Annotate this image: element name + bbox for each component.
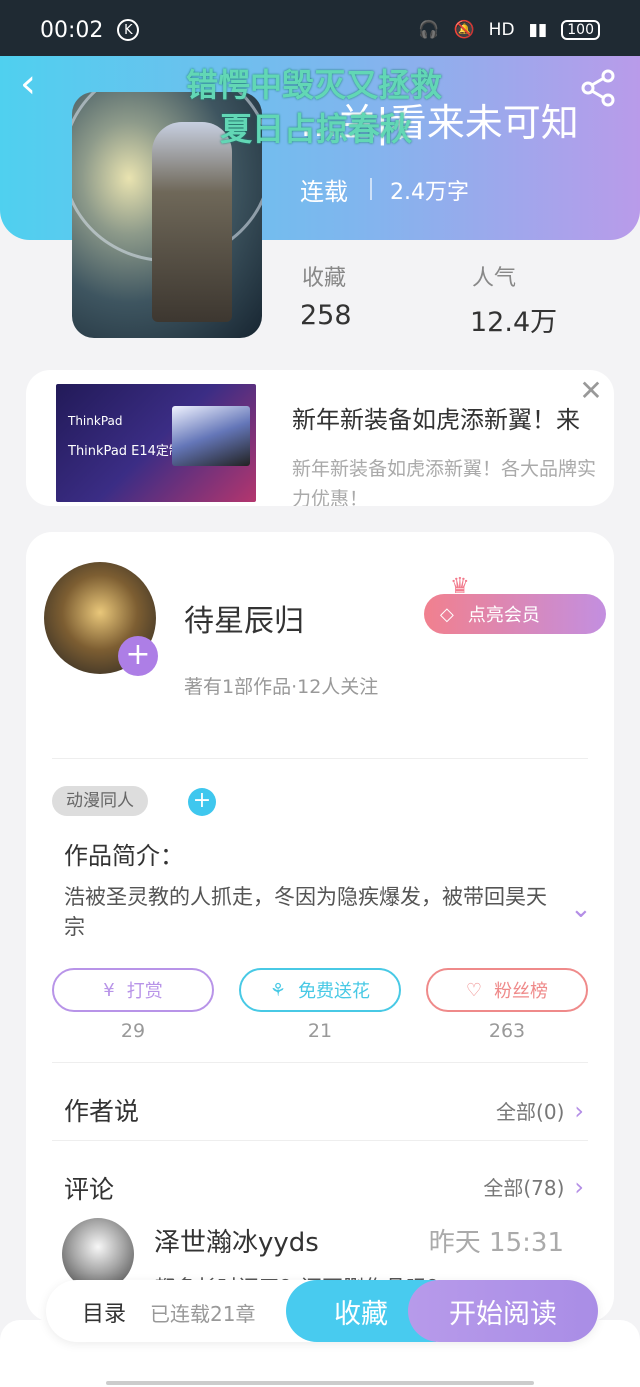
back-icon[interactable]: ‹ [20,64,56,106]
tip-label: 打赏 [126,981,163,1002]
network-label: HD [488,20,515,40]
chevron-right-icon: › [574,1172,584,1201]
chapter-count: 已连载21章 [150,1302,256,1326]
ad-description: 新年新装备如虎添新翼！各大品牌实力优惠！ [292,458,597,506]
ad-title[interactable]: 新年新装备如虎添新翼！来 [292,400,580,435]
chevron-right-icon: › [574,1096,584,1125]
yen-icon: ¥ [103,979,115,1001]
signal-icon: ▮▮ [528,20,548,40]
vip-label: 点亮会员 [467,605,540,626]
battery-icon: 100 [561,20,600,40]
divider [52,1062,588,1063]
free-flower-label: 免费送花 [298,981,371,1002]
author-says-title: 作者说 [64,1097,140,1126]
comments-link[interactable]: 全部(78) › [483,1172,584,1201]
flower-icon: ⚘ [269,979,287,1001]
tag-chip[interactable]: 动漫同人 [52,786,148,816]
commenter-name[interactable]: 泽世瀚冰yyds [154,1222,319,1259]
author-says-link[interactable]: 全部(0) › [496,1096,584,1125]
diamond-icon: ◇ [440,603,454,625]
free-flower-count: 21 [307,1020,333,1042]
mute-icon: 🔕 [453,20,475,40]
tip-button[interactable]: ¥ 打赏 [52,968,214,1012]
start-reading-button[interactable]: 开始阅读 [408,1280,598,1342]
status-indicators: 🎧 🔕 HD ▮▮ 100 [418,20,600,40]
author-says-all: 全部(0) [496,1100,565,1124]
ad-card[interactable]: ThinkPad ThinkPad E14定制版 新年新装备如虎添新翼！来 新年… [26,370,614,506]
headphone-icon: 🎧 [418,20,440,40]
share-icon[interactable] [578,68,618,108]
intro-title: 作品简介： [64,842,184,870]
fan-ranking-button[interactable]: ♡ 粉丝榜 [426,968,588,1012]
comments-title: 评论 [64,1175,115,1204]
serial-status: 连载 [300,178,348,206]
tip-count: 29 [120,1020,146,1042]
favorites-label: 收藏 [302,266,347,291]
book-detail-card: + 待星辰归 著有1部作品·12人关注 ♛ ◇ 点亮会员 动漫同人 + 作品简介… [26,532,614,1322]
laptop-image [172,406,250,466]
ad-image[interactable]: ThinkPad ThinkPad E14定制版 [56,384,256,502]
status-time: 00:02 [40,17,104,43]
user-heart-icon: ♡ [465,979,483,1001]
toc-button[interactable]: 目录 [82,1296,126,1328]
k-icon: K [117,19,140,41]
divider [52,1140,588,1141]
cover-figure [152,122,232,322]
popularity-value: 12.4万 [470,307,558,338]
free-flower-button[interactable]: ⚘ 免费送花 [239,968,401,1012]
favorites-value: 258 [300,300,352,331]
follow-plus-icon[interactable]: + [118,636,158,676]
bottom-action-bar: 目录 已连载21章 收藏 开始阅读 [46,1280,598,1342]
intro-text: 浩被圣灵教的人抓走，冬因为隐疾爆发，被带回昊天宗 [64,885,547,939]
author-meta: 著有1部作品·12人关注 [184,676,379,698]
comments-all: 全部(78) [483,1176,565,1200]
word-count: 2.4万字 [390,180,469,205]
cover-overlay-line1: 错愕中毁灭又拯救 [186,66,443,104]
status-bar: 00:02 K 🎧 🔕 HD ▮▮ 100 [0,0,640,60]
cover-overlay-line2: 夏日占掠春秋 [220,110,413,148]
comment-time: 昨天 15:31 [428,1228,564,1258]
vip-button[interactable]: ◇ 点亮会员 [424,594,606,634]
fan-ranking-label: 粉丝榜 [494,981,549,1002]
fan-ranking-count: 263 [488,1020,526,1042]
popularity-label: 人气 [472,266,517,291]
divider [370,178,372,200]
add-tag-icon[interactable]: + [188,788,216,816]
ad-brand: ThinkPad [68,414,123,428]
home-indicator[interactable] [106,1381,534,1385]
close-icon[interactable]: ✕ [576,376,606,406]
author-name[interactable]: 待星辰归 [184,596,304,640]
divider [52,758,588,759]
chevron-down-icon[interactable]: ⌄ [570,894,592,924]
